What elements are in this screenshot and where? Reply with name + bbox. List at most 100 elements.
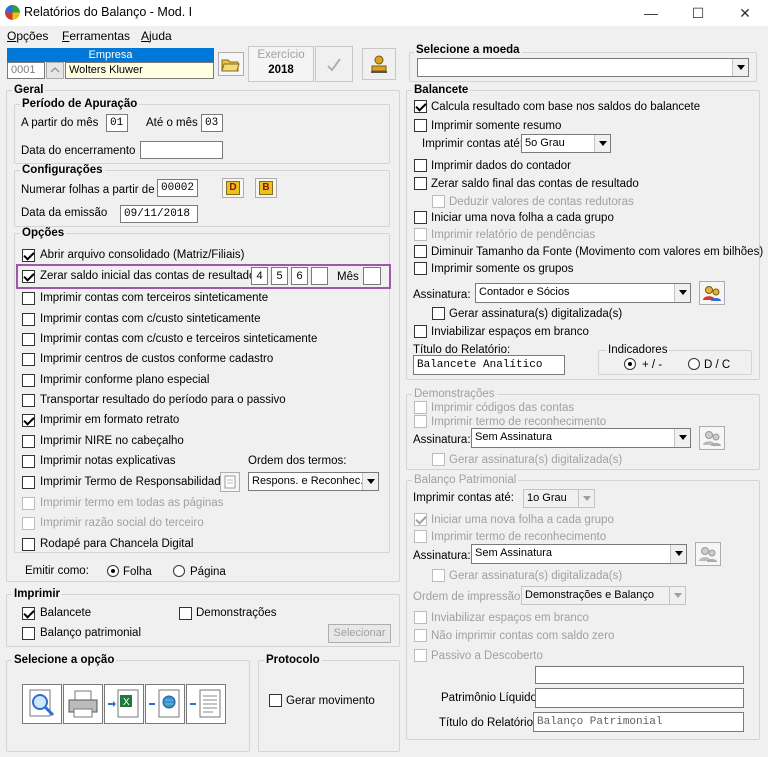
bal-assinatura-config-button[interactable]: [699, 281, 725, 305]
maximize-button[interactable]: ☐: [688, 5, 708, 22]
termo-config-button[interactable]: [220, 472, 240, 492]
printer-icon: [68, 690, 98, 718]
zerar-input-1[interactable]: 4: [251, 267, 268, 285]
export-excel-button[interactable]: X: [104, 684, 144, 724]
minimize-button[interactable]: —: [641, 5, 661, 21]
numerar-input[interactable]: 00002: [157, 179, 198, 197]
zerar-final-checkbox[interactable]: [414, 177, 427, 190]
dem-codigos-checkbox[interactable]: [414, 401, 427, 414]
calcula-checkbox[interactable]: [414, 100, 427, 113]
moeda-dropdown[interactable]: [417, 58, 749, 77]
opcao-checkbox-11[interactable]: [22, 517, 35, 530]
balancete-print-checkbox[interactable]: [22, 607, 35, 620]
ate-input[interactable]: 03: [201, 114, 223, 132]
export-web-button[interactable]: [145, 684, 185, 724]
resumo-checkbox[interactable]: [414, 119, 427, 132]
gerar-movimento-checkbox[interactable]: [269, 694, 282, 707]
pat-passivo-checkbox[interactable]: [414, 649, 427, 662]
dem-gerar-dig-checkbox[interactable]: [432, 453, 445, 466]
dem-termo-checkbox[interactable]: [414, 415, 427, 428]
opcao-checkbox-3[interactable]: [22, 353, 35, 366]
zerar-checkbox[interactable]: [22, 270, 35, 283]
dem-codigos-label: Imprimir códigos das contas: [431, 402, 575, 414]
menu-opcoes[interactable]: Opções: [7, 29, 48, 43]
opcao-checkbox-12[interactable]: [22, 538, 35, 551]
resumo-label: Imprimir somente resumo: [431, 120, 562, 132]
emissao-input[interactable]: 09/11/2018: [120, 205, 198, 223]
demonstracoes-print-checkbox[interactable]: [179, 607, 192, 620]
pagina-radio[interactable]: [173, 565, 185, 577]
bal-titulo-input[interactable]: Balancete Analítico: [413, 355, 565, 375]
pat-passivo-input[interactable]: [535, 666, 744, 684]
opcao-checkbox-6[interactable]: [22, 414, 35, 427]
empresa-code-field[interactable]: 0001: [7, 62, 45, 79]
a-partir-input[interactable]: 01: [106, 114, 128, 132]
empresa-name-field[interactable]: Wolters Kluwer: [65, 62, 214, 79]
dem-assinatura-config-button[interactable]: [699, 426, 725, 450]
contador-checkbox[interactable]: [414, 159, 427, 172]
opcao-checkbox-5[interactable]: [22, 394, 35, 407]
ordem-dropdown[interactable]: Respons. e Reconhec.: [248, 472, 379, 491]
zerar-input-4[interactable]: [311, 267, 328, 285]
opcao-checkbox-1[interactable]: [22, 313, 35, 326]
bal-assinatura-dropdown[interactable]: Contador e Sócios: [475, 283, 691, 303]
patrimonial-print-checkbox[interactable]: [22, 627, 35, 640]
open-folder-button[interactable]: [218, 52, 244, 76]
confirm-button[interactable]: [315, 46, 353, 82]
abrir-label: Abrir arquivo consolidado (Matriz/Filiai…: [40, 249, 245, 261]
export-text-button[interactable]: [186, 684, 226, 724]
deduzir-checkbox[interactable]: [432, 195, 445, 208]
zerar-input-3[interactable]: 6: [291, 267, 308, 285]
b-button[interactable]: B: [255, 178, 277, 198]
dem-assinatura-dropdown[interactable]: Sem Assinatura: [471, 428, 691, 448]
pat-inviabilizar-checkbox[interactable]: [414, 611, 427, 624]
selecionar-button[interactable]: Selecionar: [328, 624, 391, 643]
opcao-checkbox-9[interactable]: [22, 476, 35, 489]
moeda-title: Selecione a moeda: [414, 44, 522, 56]
pendencias-checkbox[interactable]: [414, 228, 427, 241]
pat-pl-input[interactable]: [535, 688, 744, 708]
tools-button[interactable]: [362, 48, 396, 80]
exercicio-box: Exercício 2018: [248, 46, 314, 82]
opcao-checkbox-0[interactable]: [22, 292, 35, 305]
close-button[interactable]: ✕: [735, 5, 755, 22]
pat-termo-checkbox[interactable]: [414, 530, 427, 543]
grupos-checkbox[interactable]: [414, 262, 427, 275]
opcao-checkbox-2[interactable]: [22, 333, 35, 346]
users-icon: [703, 431, 721, 446]
zerar-input-2[interactable]: 5: [271, 267, 288, 285]
opcao-label-11: Imprimir razão social do terceiro: [40, 517, 204, 529]
abrir-checkbox[interactable]: [22, 249, 35, 262]
print-button[interactable]: [63, 684, 103, 724]
pat-titulo-input[interactable]: Balanço Patrimonial: [533, 712, 744, 732]
pat-ordem-value: Demonstrações e Balanço: [525, 589, 655, 601]
pat-assinatura-dropdown[interactable]: Sem Assinatura: [471, 544, 687, 564]
opcao-checkbox-4[interactable]: [22, 374, 35, 387]
bal-inviabilizar-checkbox[interactable]: [414, 325, 427, 338]
pat-contas-ate-dropdown[interactable]: 1o Grau: [523, 489, 595, 508]
pat-nao-imprimir-checkbox[interactable]: [414, 629, 427, 642]
pat-gerar-dig-checkbox[interactable]: [432, 569, 445, 582]
bal-gerar-dig-checkbox[interactable]: [432, 307, 445, 320]
opcao-checkbox-8[interactable]: [22, 455, 35, 468]
encerramento-input[interactable]: [140, 141, 223, 159]
pat-assinatura-config-button[interactable]: [695, 542, 721, 566]
mes-input[interactable]: [363, 267, 381, 285]
pat-nova-folha-checkbox[interactable]: [414, 513, 427, 526]
preview-button[interactable]: [22, 684, 62, 724]
diminuir-checkbox[interactable]: [414, 245, 427, 258]
contador-label: Imprimir dados do contador: [431, 160, 571, 172]
pat-nova-folha-label: Iniciar uma nova folha a cada grupo: [431, 514, 614, 526]
bal-contas-ate-dropdown[interactable]: 5o Grau: [521, 134, 611, 153]
ind-plus-minus-radio[interactable]: [624, 358, 636, 370]
d-button[interactable]: D: [222, 178, 244, 198]
menu-ferramentas[interactable]: Ferramentas: [62, 29, 130, 43]
opcao-checkbox-10[interactable]: [22, 497, 35, 510]
ind-dc-radio[interactable]: [688, 358, 700, 370]
opcao-checkbox-7[interactable]: [22, 435, 35, 448]
empresa-spin-button[interactable]: [46, 62, 64, 79]
menu-ajuda[interactable]: Ajuda: [141, 29, 172, 43]
pat-ordem-dropdown[interactable]: Demonstrações e Balanço: [521, 586, 686, 605]
nova-folha-checkbox[interactable]: [414, 211, 427, 224]
folha-radio[interactable]: [107, 565, 119, 577]
